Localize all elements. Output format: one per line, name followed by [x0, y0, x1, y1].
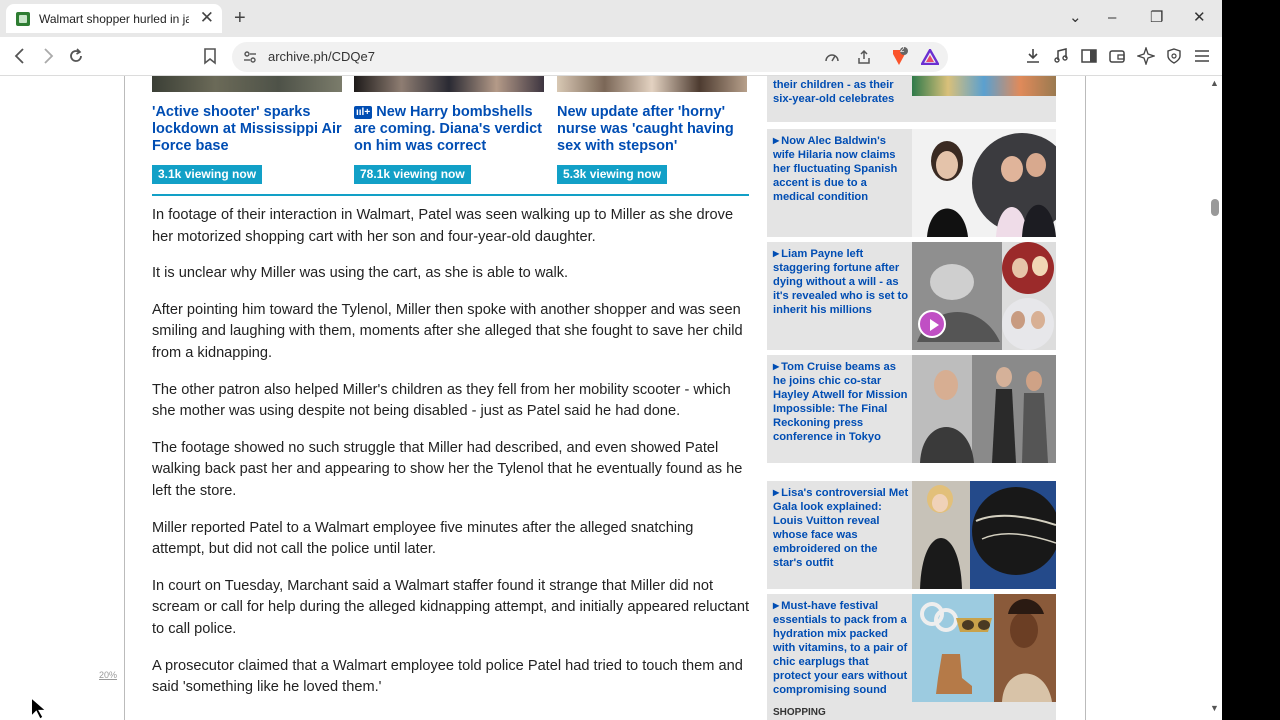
sidebar-story-image[interactable]	[912, 129, 1056, 237]
triangle-bullet-icon: ▶	[773, 362, 780, 371]
browser-window: Walmart shopper hurled in jail a ✕ + ⌄ –…	[0, 0, 1222, 720]
related-story-title[interactable]: ııl+ New Harry bombshells are coming. Di…	[354, 104, 544, 155]
sidebar-story[interactable]: their children - as their six-year-old c…	[767, 76, 1056, 122]
related-story-title[interactable]: New update after 'horny' nurse was 'caug…	[557, 104, 747, 155]
triangle-bullet-icon: ▶	[773, 136, 780, 145]
download-icon[interactable]	[1025, 48, 1041, 64]
sidebar-story-title-text[interactable]: Must-have festival essentials to pack fr…	[773, 600, 907, 696]
premium-plus-icon: ııl+	[354, 106, 373, 119]
mouse-cursor-icon	[30, 697, 48, 720]
page-border-left	[124, 76, 125, 720]
related-story[interactable]: ııl+ New Harry bombshells are coming. Di…	[354, 76, 544, 155]
shopping-label: SHOPPING	[773, 707, 826, 718]
video-play-icon[interactable]	[918, 310, 946, 338]
article-body: In footage of their interaction in Walma…	[152, 205, 750, 714]
media-icon[interactable]	[1053, 48, 1069, 64]
restore-button[interactable]: ❐	[1150, 8, 1163, 28]
share-icon[interactable]	[856, 49, 872, 65]
article-paragraph: It is unclear why Miller was using the c…	[152, 265, 569, 282]
url-text[interactable]: archive.ph/CDQe7	[268, 49, 375, 64]
viewing-now-badge: 78.1k viewing now	[354, 165, 471, 184]
screen-black-edge	[1222, 0, 1280, 720]
sidebar-story-title-text[interactable]: Lisa's controversial Met Gala look expla…	[773, 487, 908, 569]
related-story[interactable]: New update after 'horny' nurse was 'caug…	[557, 76, 747, 155]
sidebar-story-title-text[interactable]: Now Alec Baldwin's wife Hilaria now clai…	[773, 135, 897, 203]
shields-count-badge: 2	[900, 45, 905, 54]
sidebar-story-image[interactable]	[912, 481, 1056, 589]
zoom-link[interactable]: 20%	[99, 670, 117, 680]
related-story-title[interactable]: 'Active shooter' sparks lockdown at Miss…	[152, 104, 342, 155]
sidebar-story[interactable]: ▶ Now Alec Baldwin's wife Hilaria now cla…	[767, 129, 1056, 237]
sidebar-puff-list: their children - as their six-year-old c…	[767, 76, 1056, 720]
scrollbar-thumb[interactable]	[1211, 199, 1219, 216]
sidebar-story-title[interactable]: ▶ Now Alec Baldwin's wife Hilaria now cla…	[773, 134, 909, 204]
tab-title: Walmart shopper hurled in jail a	[39, 11, 189, 26]
wallet-icon[interactable]	[1109, 48, 1125, 64]
tab-strip: Walmart shopper hurled in jail a ✕ + ⌄ –…	[0, 0, 1222, 37]
browser-toolbar: archive.ph/CDQe7 2	[0, 37, 1222, 76]
tab-search-dropdown-icon[interactable]: ⌄	[1069, 8, 1082, 28]
forward-arrow-icon[interactable]	[40, 47, 56, 65]
viewing-now-badge: 3.1k viewing now	[152, 165, 263, 184]
article-paragraph: After pointing him toward the Tylenol, M…	[152, 301, 743, 361]
tab-active[interactable]: Walmart shopper hurled in jail a ✕	[6, 4, 222, 33]
scroll-up-arrow-icon[interactable]: ▲	[1210, 78, 1219, 88]
sidebar-story-title[interactable]: ▶ Tom Cruise beams as he joins chic co-st…	[773, 360, 909, 444]
hamburger-menu-icon[interactable]	[1194, 48, 1210, 64]
sidebar-story-title[interactable]: ▶ Liam Payne left staggering fortune afte…	[773, 247, 909, 317]
close-window-button[interactable]: ✕	[1193, 8, 1206, 28]
related-story-image[interactable]	[557, 76, 747, 92]
minimize-button[interactable]: –	[1108, 8, 1116, 28]
sidebar-story-title[interactable]: ▶ Must-have festival essentials to pack f…	[773, 599, 909, 697]
page-content: 20% 'Active shooter' sparks lockdown at …	[0, 76, 1222, 720]
sidebar-story-image[interactable]	[912, 594, 1056, 702]
sidebar-story[interactable]: ▶ Lisa's controversial Met Gala look expl…	[767, 481, 1056, 589]
article-paragraph: Miller reported Patel to a Walmart emplo…	[152, 519, 694, 558]
address-bar[interactable]: archive.ph/CDQe7 2	[232, 42, 948, 72]
related-stories: 'Active shooter' sparks lockdown at Miss…	[152, 76, 749, 196]
article-paragraph: A prosecutor claimed that a Walmart empl…	[152, 657, 743, 696]
triangle-bullet-icon: ▶	[773, 601, 780, 610]
sidebar-story-title-text[interactable]: Liam Payne left staggering fortune after…	[773, 248, 908, 316]
site-favicon-icon	[16, 11, 30, 26]
site-settings-icon[interactable]	[242, 49, 258, 65]
related-story[interactable]: 'Active shooter' sparks lockdown at Miss…	[152, 76, 342, 155]
sidebar-story-image[interactable]	[912, 355, 1056, 463]
brave-rewards-icon[interactable]	[921, 49, 939, 65]
viewing-now-badge: 5.3k viewing now	[557, 165, 668, 184]
related-story-title-text[interactable]: New Harry bombshells are coming. Diana's…	[354, 104, 542, 154]
bookmark-icon[interactable]	[203, 47, 217, 65]
brave-shields-icon[interactable]	[889, 47, 909, 67]
sidebar-story[interactable]: ▶ Liam Payne left staggering fortune afte…	[767, 242, 1056, 350]
scroll-down-arrow-icon[interactable]: ▼	[1210, 703, 1219, 713]
leo-ai-icon[interactable]	[1137, 47, 1155, 65]
triangle-bullet-icon: ▶	[773, 249, 780, 258]
article-paragraph: The footage showed no such struggle that…	[152, 439, 743, 499]
tab-close-icon[interactable]: ✕	[200, 9, 214, 27]
article-paragraph: The other patron also helped Miller's ch…	[152, 381, 731, 420]
sidebar-story-title[interactable]: their children - as their six-year-old c…	[773, 78, 909, 106]
sidebar-story-title-text[interactable]: Tom Cruise beams as he joins chic co-sta…	[773, 361, 908, 443]
related-story-image[interactable]	[152, 76, 342, 92]
reload-icon[interactable]	[67, 47, 85, 65]
vpn-icon[interactable]	[1166, 48, 1182, 64]
sidebar-story[interactable]: ▶ Tom Cruise beams as he joins chic co-st…	[767, 355, 1056, 463]
article-paragraph: In court on Tuesday, Marchant said a Wal…	[152, 577, 750, 637]
related-story-image[interactable]	[354, 76, 544, 92]
sidebar-story-image[interactable]	[912, 76, 1056, 96]
page-scrollbar[interactable]: ▲ ▼	[1207, 76, 1222, 720]
sidebar-story-title[interactable]: ▶ Lisa's controversial Met Gala look expl…	[773, 486, 909, 570]
new-tab-button[interactable]: +	[234, 7, 246, 29]
page-border-right	[1085, 76, 1086, 720]
article-paragraph: In footage of their interaction in Walma…	[152, 207, 734, 245]
speedometer-icon[interactable]	[824, 49, 840, 65]
triangle-bullet-icon: ▶	[773, 488, 780, 497]
sidebar-icon[interactable]	[1081, 48, 1097, 64]
back-arrow-icon[interactable]	[12, 47, 28, 65]
sidebar-story[interactable]: ▶ Must-have festival essentials to pack f…	[767, 594, 1056, 720]
